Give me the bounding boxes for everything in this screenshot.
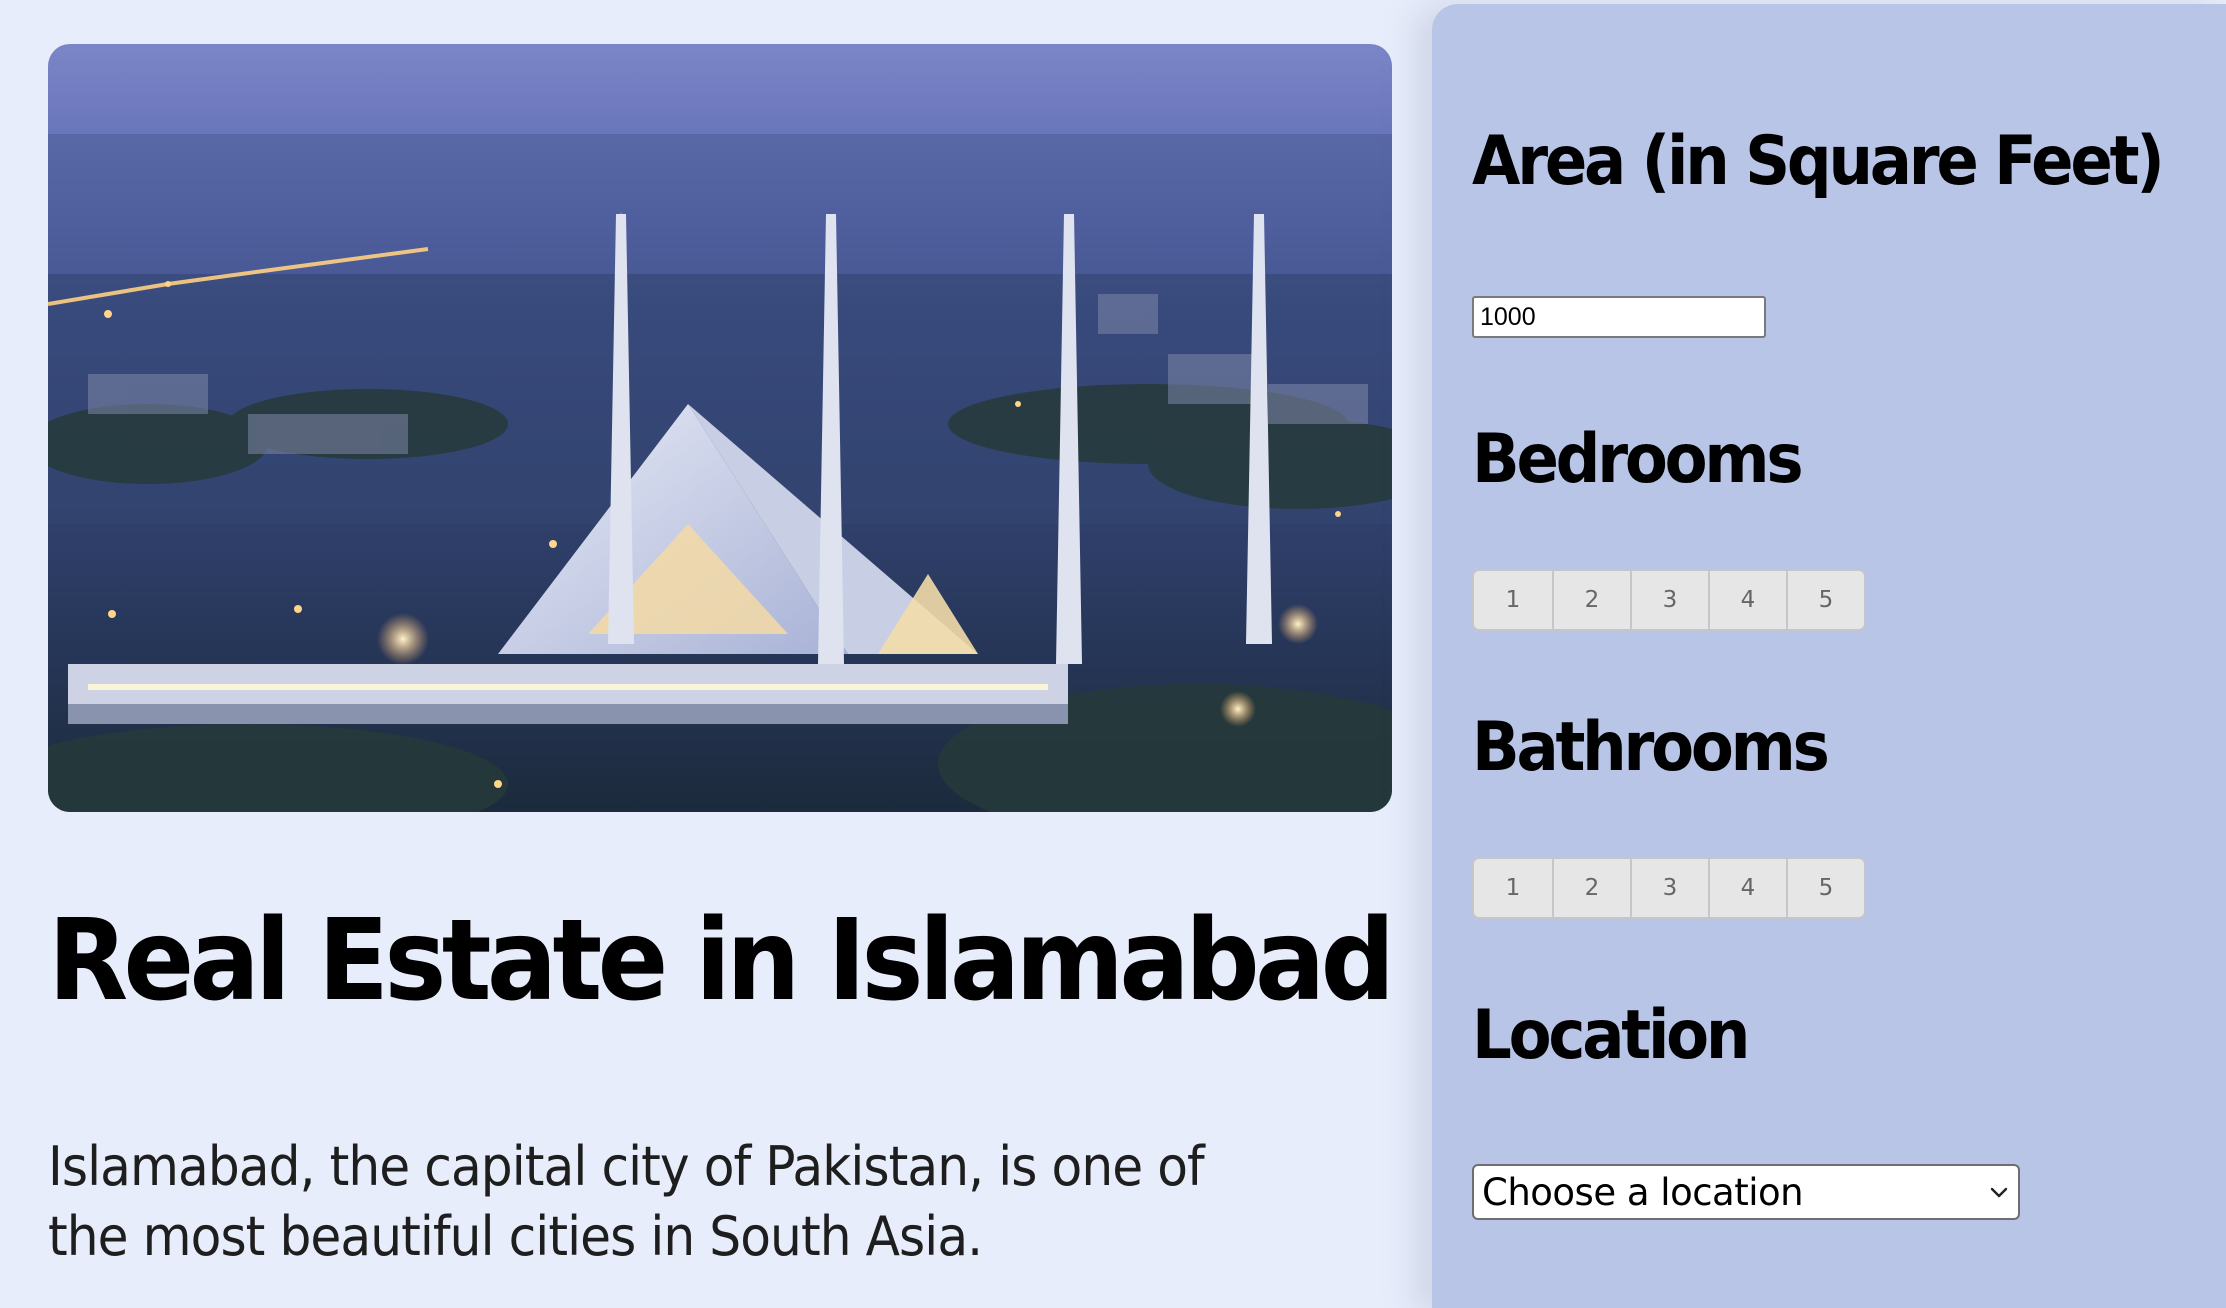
bedrooms-option-4[interactable]: 4 — [1708, 571, 1786, 629]
bathrooms-option-4[interactable]: 4 — [1708, 859, 1786, 917]
bedrooms-label: Bedrooms — [1472, 420, 1804, 499]
hero-image — [48, 44, 1392, 812]
mosque-city-night-photo — [48, 44, 1392, 812]
location-select-value: Choose a location — [1482, 1170, 1804, 1214]
page-title: Real Estate in Islamabad — [48, 896, 1395, 1026]
bedrooms-option-5[interactable]: 5 — [1786, 571, 1864, 629]
bedrooms-option-1[interactable]: 1 — [1474, 571, 1552, 629]
bedrooms-selector: 1 2 3 4 5 — [1472, 569, 1866, 631]
location-label: Location — [1472, 996, 1750, 1075]
bathrooms-label: Bathrooms — [1472, 708, 1830, 787]
chevron-down-icon — [1990, 1187, 2008, 1198]
area-label: Area (in Square Feet) — [1472, 122, 2165, 201]
page-description: Islamabad, the capital city of Pakistan,… — [48, 1135, 1205, 1268]
content-column: Real Estate in Islamabad Islamabad, the … — [0, 0, 1432, 1308]
bedrooms-option-2[interactable]: 2 — [1552, 571, 1630, 629]
bathrooms-option-2[interactable]: 2 — [1552, 859, 1630, 917]
bedrooms-option-3[interactable]: 3 — [1630, 571, 1708, 629]
bathrooms-option-5[interactable]: 5 — [1786, 859, 1864, 917]
area-input[interactable] — [1472, 296, 1766, 338]
bathrooms-option-3[interactable]: 3 — [1630, 859, 1708, 917]
page: Real Estate in Islamabad Islamabad, the … — [0, 0, 2226, 1308]
location-select[interactable]: Choose a location — [1472, 1164, 2020, 1220]
bathrooms-selector: 1 2 3 4 5 — [1472, 857, 1866, 919]
estimator-form-panel: Area (in Square Feet) Bedrooms 1 2 3 4 5… — [1432, 4, 2226, 1308]
bathrooms-option-1[interactable]: 1 — [1474, 859, 1552, 917]
